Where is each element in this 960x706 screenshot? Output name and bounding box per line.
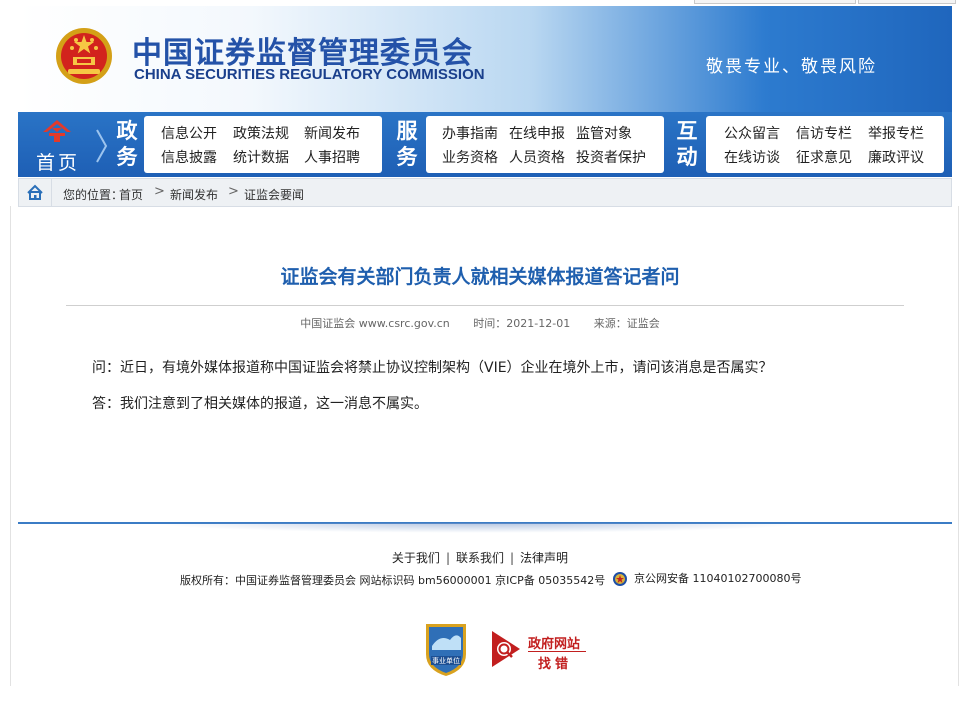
article-site: 中国证监会 www.csrc.gov.cn [300, 317, 450, 330]
nav-link-news-release[interactable]: 新闻发布 [304, 123, 360, 143]
nav-group-interaction: 公众留言 信访专栏 举报专栏 在线访谈 征求意见 廉政评议 [706, 116, 944, 173]
magnifier-icon [492, 631, 520, 667]
article-meta: 中国证监会 www.csrc.gov.cn 时间：2021-12-01 来源：证… [0, 315, 960, 331]
gov-site-find-error-badge[interactable]: 政府网站 找错 [490, 627, 586, 672]
nav-link-online-filing[interactable]: 在线申报 [509, 123, 565, 143]
footer-police-record[interactable]: 京公网安备 11040102700080号 [612, 570, 801, 587]
footer-link-legal[interactable]: 法律声明 [520, 551, 568, 565]
footer-link-contact[interactable]: 联系我们 [456, 551, 504, 565]
nav-link-solicit-opinions[interactable]: 征求意见 [796, 147, 852, 167]
nav-link-policy-law[interactable]: 政策法规 [233, 123, 289, 143]
breadcrumb-prefix: 您的位置： [63, 188, 124, 202]
article-source: 来源：证监会 [593, 317, 660, 330]
main-nav: 首页 政务 信息公开 政策法规 新闻发布 信息披露 统计数据 人事招聘 服务 办… [18, 112, 952, 177]
site-slogan: 敬畏专业、敬畏风险 [706, 57, 877, 77]
nav-link-public-message[interactable]: 公众留言 [724, 123, 780, 143]
nav-link-info-public[interactable]: 信息公开 [161, 123, 217, 143]
title-divider [66, 305, 904, 306]
site-header: 中国证券监督管理委员会 CHINA SECURITIES REGULATORY … [18, 6, 952, 112]
article-date: 时间：2021-12-01 [473, 317, 571, 330]
breadcrumb: 您的位置： 首页 > 新闻发布 > 证监会要闻 [18, 178, 952, 207]
nav-link-business-qualification[interactable]: 业务资格 [442, 147, 498, 167]
top-search-box[interactable] [694, 0, 856, 4]
breadcrumb-item-news[interactable]: 新闻发布 [170, 186, 218, 203]
badge-unit-label: 事业单位 [432, 656, 460, 665]
article-paragraph-answer: 答：我们注意到了相关媒体的报道，这一消息不属实。 [92, 396, 428, 412]
breadcrumb-separator: > [228, 184, 239, 199]
footer-copyright: 版权所有：中国证券监督管理委员会 网站标识码 bm56000001 京ICP备 … [180, 574, 606, 587]
nav-link-online-interview[interactable]: 在线访谈 [724, 147, 780, 167]
nav-category-government: 政务 [116, 118, 138, 169]
police-badge-icon [613, 572, 627, 586]
chevron-right-icon [96, 129, 108, 163]
nav-group-service: 办事指南 在线申报 监管对象 业务资格 人员资格 投资者保护 [426, 116, 664, 173]
nav-category-service: 服务 [396, 118, 418, 169]
site-title-en: CHINA SECURITIES REGULATORY COMMISSION [134, 66, 485, 83]
nav-home[interactable]: 首页 [18, 112, 108, 177]
nav-link-recruitment[interactable]: 人事招聘 [304, 147, 360, 167]
nav-link-investor-protection[interactable]: 投资者保护 [576, 147, 646, 167]
breadcrumb-item-current[interactable]: 证监会要闻 [244, 186, 304, 203]
nav-home-label: 首页 [36, 152, 81, 174]
article-paragraph-question: 问：近日，有境外媒体报道称中国证监会将禁止协议控制架构（VIE）企业在境外上市，… [92, 360, 773, 376]
nav-category-interaction: 互动 [676, 118, 698, 169]
nav-link-regulated-entities[interactable]: 监管对象 [576, 123, 632, 143]
footer-divider-glow [150, 523, 810, 533]
nav-link-statistics[interactable]: 统计数据 [233, 147, 289, 167]
nav-link-integrity-review[interactable]: 廉政评议 [868, 147, 924, 167]
csrc-logo-icon [43, 120, 71, 142]
footer-link-about[interactable]: 关于我们 [392, 551, 440, 565]
police-record-text: 京公网安备 11040102700080号 [634, 572, 802, 585]
top-toolbar-fragment [858, 0, 956, 4]
breadcrumb-item-home[interactable]: 首页 [119, 186, 143, 203]
findbug-line2: 找错 [538, 657, 573, 672]
article-title: 证监会有关部门负责人就相关媒体报道答记者问 [280, 266, 680, 288]
nav-link-guide[interactable]: 办事指南 [442, 123, 498, 143]
breadcrumb-separator: > [154, 184, 165, 199]
nav-link-report[interactable]: 举报专栏 [868, 123, 924, 143]
findbug-line1: 政府网站 [528, 637, 581, 652]
breadcrumb-home[interactable] [19, 179, 52, 206]
national-emblem-icon [56, 28, 112, 84]
home-icon [27, 184, 43, 200]
nav-link-info-disclosure[interactable]: 信息披露 [161, 147, 217, 167]
footer-links: 关于我们 | 联系我们 | 法律声明 [391, 551, 569, 565]
public-institution-badge-icon[interactable]: 事业单位 [420, 620, 472, 678]
nav-group-government: 信息公开 政策法规 新闻发布 信息披露 统计数据 人事招聘 [144, 116, 382, 173]
nav-link-petition[interactable]: 信访专栏 [796, 123, 852, 143]
nav-link-personnel-qualification[interactable]: 人员资格 [509, 147, 565, 167]
